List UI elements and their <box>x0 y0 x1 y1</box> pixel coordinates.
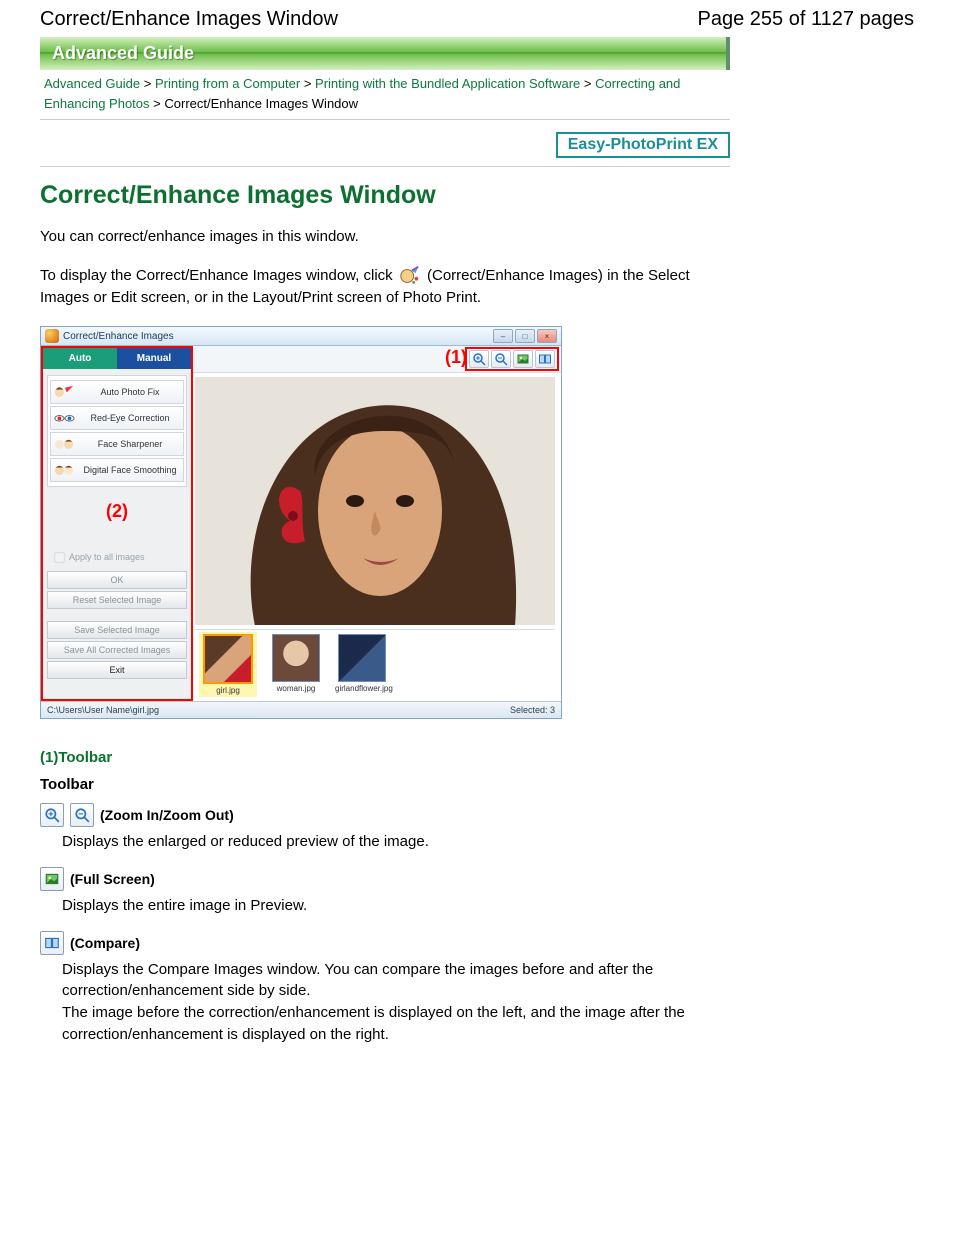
compare-icon <box>40 931 64 955</box>
toolbar-heading: Toolbar <box>40 776 730 793</box>
maximize-button[interactable]: □ <box>515 329 535 343</box>
zoom-title: (Zoom In/Zoom Out) <box>100 807 234 823</box>
auto-photo-fix-button[interactable]: Auto Photo Fix <box>50 380 184 404</box>
page-indicator: Page 255 of 1127 pages <box>698 8 914 31</box>
face-smoothing-button[interactable]: Digital Face Smoothing <box>50 458 184 482</box>
tab-manual[interactable]: Manual <box>117 348 191 369</box>
face-sharpener-button[interactable]: Face Sharpener <box>50 432 184 456</box>
compare-desc: Displays the Compare Images window. You … <box>62 959 730 1046</box>
reset-button[interactable]: Reset Selected Image <box>47 591 187 609</box>
status-selected: Selected: 3 <box>510 705 555 715</box>
toolbar-group <box>465 347 559 371</box>
correct-enhance-icon <box>399 265 421 287</box>
face-sharpener-label: Face Sharpener <box>79 439 181 449</box>
apply-all-checkbox[interactable]: Apply to all images <box>43 544 191 569</box>
save-all-button[interactable]: Save All Corrected Images <box>47 641 187 659</box>
compare-button[interactable] <box>535 350 555 368</box>
face-sharpener-icon <box>53 436 75 452</box>
auto-photo-fix-label: Auto Photo Fix <box>79 387 181 397</box>
full-screen-button[interactable] <box>513 350 533 368</box>
tab-auto[interactable]: Auto <box>43 348 117 369</box>
zoom-out-icon <box>70 803 94 827</box>
doc-header-title: Correct/Enhance Images Window <box>40 8 338 31</box>
ok-button[interactable]: OK <box>47 571 187 589</box>
sidebar-panel: Auto Manual Auto Photo Fix Red-Ey <box>41 346 193 701</box>
crumb-printing-computer[interactable]: Printing from a Computer <box>155 76 300 91</box>
close-button[interactable]: × <box>537 329 557 343</box>
window-title: Correct/Enhance Images <box>63 331 493 342</box>
zoom-out-button[interactable] <box>491 350 511 368</box>
red-eye-icon <box>53 410 75 426</box>
thumb-2[interactable]: woman.jpg <box>269 634 323 697</box>
crumb-advanced-guide[interactable]: Advanced Guide <box>44 76 140 91</box>
thumb-1[interactable]: girl.jpg <box>199 632 257 697</box>
status-path: C:\Users\User Name\girl.jpg <box>47 705 159 715</box>
auto-photo-fix-icon <box>53 384 75 400</box>
exit-button[interactable]: Exit <box>47 661 187 679</box>
annotation-2: (2) <box>43 487 191 544</box>
page-title: Correct/Enhance Images Window <box>40 181 730 210</box>
thumb-3[interactable]: girlandflower.jpg <box>335 634 389 697</box>
app-icon <box>45 329 59 343</box>
zoom-in-icon <box>40 803 64 827</box>
preview-image <box>195 377 555 625</box>
minimize-button[interactable]: – <box>493 329 513 343</box>
thumb-3-label: girlandflower.jpg <box>335 684 389 693</box>
intro-text: You can correct/enhance images in this w… <box>40 226 730 247</box>
app-badge: Easy-PhotoPrint EX <box>556 132 730 158</box>
crumb-current: Correct/Enhance Images Window <box>164 96 358 111</box>
full-screen-icon <box>40 867 64 891</box>
guide-banner: Advanced Guide <box>40 37 730 70</box>
howto-text: To display the Correct/Enhance Images wi… <box>40 265 730 308</box>
zoom-in-button[interactable] <box>469 350 489 368</box>
app-window-screenshot: Correct/Enhance Images – □ × Auto Manual <box>40 326 562 719</box>
thumbnail-strip: girl.jpg woman.jpg girlandflower.jpg <box>195 629 555 699</box>
compare-title: (Compare) <box>70 935 140 951</box>
thumb-1-label: girl.jpg <box>201 686 255 695</box>
red-eye-button[interactable]: Red-Eye Correction <box>50 406 184 430</box>
annotation-1: (1) <box>445 347 467 368</box>
crumb-bundled-software[interactable]: Printing with the Bundled Application So… <box>315 76 580 91</box>
breadcrumb: Advanced Guide > Printing from a Compute… <box>40 70 730 120</box>
save-selected-button[interactable]: Save Selected Image <box>47 621 187 639</box>
face-smoothing-icon <box>53 462 75 478</box>
thumb-2-label: woman.jpg <box>269 684 323 693</box>
red-eye-label: Red-Eye Correction <box>79 413 181 423</box>
zoom-desc: Displays the enlarged or reduced preview… <box>62 831 730 853</box>
face-smoothing-label: Digital Face Smoothing <box>79 465 181 475</box>
full-screen-title: (Full Screen) <box>70 871 155 887</box>
toolbar-anchor: (1)Toolbar <box>40 749 730 766</box>
full-screen-desc: Displays the entire image in Preview. <box>62 895 730 917</box>
